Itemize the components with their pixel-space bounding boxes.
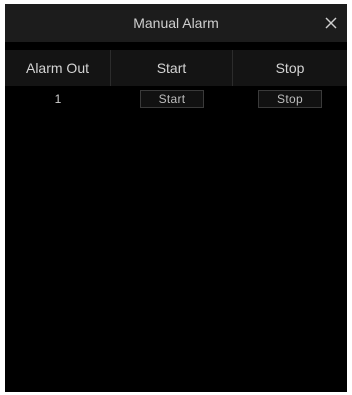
column-header-stop: Stop — [275, 60, 305, 76]
close-button[interactable] — [321, 13, 341, 33]
column-header-start: Start — [111, 50, 233, 86]
stop-cell: Stop — [233, 86, 347, 112]
alarm-out-number: 1 — [54, 92, 62, 106]
close-icon — [325, 17, 337, 29]
manual-alarm-dialog: Manual Alarm Alarm Out Start Stop 1 Star… — [5, 4, 347, 392]
table-row: 1 Start Stop — [5, 86, 347, 112]
table-header: Alarm Out Start Stop — [5, 50, 347, 86]
start-cell: Start — [111, 86, 233, 112]
column-header-alarm-out: Alarm Out — [5, 50, 111, 86]
dialog-titlebar: Manual Alarm — [5, 4, 347, 42]
dialog-title: Manual Alarm — [133, 15, 219, 31]
stop-button[interactable]: Stop — [258, 90, 322, 108]
alarm-table: Alarm Out Start Stop 1 Start Stop — [5, 50, 347, 112]
start-button[interactable]: Start — [140, 90, 204, 108]
